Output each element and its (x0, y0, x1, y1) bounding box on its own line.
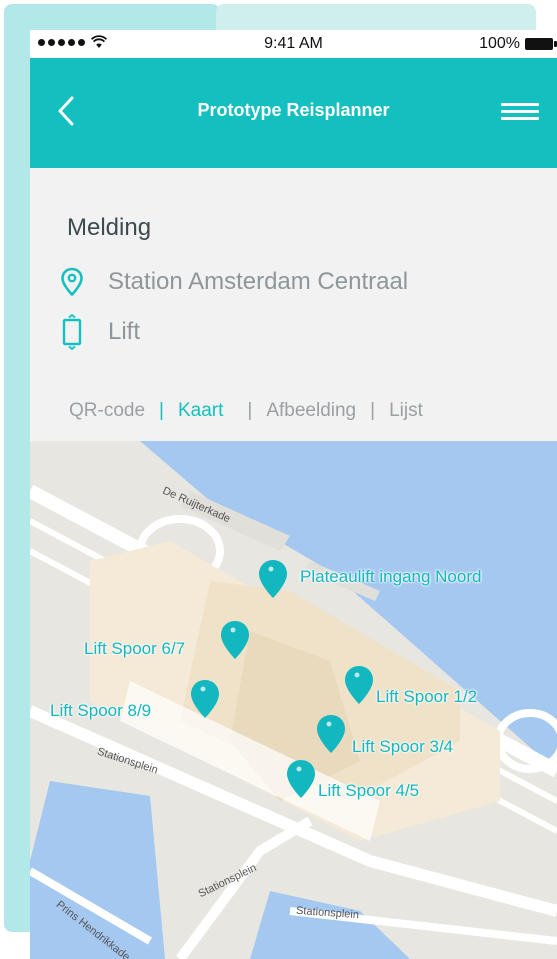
facility-type: Lift (108, 318, 141, 345)
map-pin-icon[interactable] (286, 759, 316, 799)
status-time: 9:41 AM (264, 35, 323, 52)
pin-label-lift-6-7[interactable]: Lift Spoor 6/7 (84, 639, 185, 659)
pin-label-plateaulift[interactable]: Plateaulift ingang Noord (300, 567, 481, 587)
page-title: Prototype Reisplanner (197, 100, 390, 120)
report-content: Melding Station Amsterdam Centraal Lift … (30, 168, 557, 441)
battery-percentage: 100% (479, 35, 520, 52)
map-pin-icon[interactable] (220, 620, 250, 660)
pin-label-lift-8-9[interactable]: Lift Spoor 8/9 (50, 701, 151, 721)
pin-label-lift-1-2[interactable]: Lift Spoor 1/2 (376, 687, 477, 707)
menu-button[interactable] (501, 96, 539, 126)
tab-separator: | (370, 400, 376, 421)
screen: 9:41 AM 100% Prototype Reisplanner Meldi… (0, 0, 557, 959)
tab-kaart[interactable]: Kaart (178, 400, 223, 422)
map-pin-icon[interactable] (344, 665, 374, 705)
tab-qr-code[interactable]: QR-code (69, 400, 145, 422)
status-right: 100% (479, 35, 557, 53)
battery-icon (525, 38, 557, 50)
facility-row: Lift (56, 314, 140, 350)
hamburger-icon-line (501, 102, 539, 106)
status-bar: 9:41 AM 100% (30, 30, 557, 58)
map-pin-icon[interactable] (316, 714, 346, 754)
tab-separator: | (247, 400, 253, 421)
phone-screen: 9:41 AM 100% Prototype Reisplanner Meldi… (30, 30, 557, 959)
pin-label-lift-4-5[interactable]: Lift Spoor 4/5 (318, 781, 419, 801)
station-name: Station Amsterdam Centraal (108, 268, 409, 295)
pin-label-lift-3-4[interactable]: Lift Spoor 3/4 (352, 737, 453, 757)
hamburger-icon-line (501, 116, 539, 120)
map-pin-icon[interactable] (258, 559, 288, 599)
map-background (30, 441, 557, 959)
lift-icon (56, 314, 88, 350)
station-map[interactable]: De Ruijterkade Stationsplein Stationsple… (30, 441, 557, 959)
tab-lijst[interactable]: Lijst (389, 400, 423, 422)
tab-separator: | (159, 400, 164, 421)
hamburger-icon-line (501, 109, 539, 113)
tab-afbeelding[interactable]: Afbeelding (266, 400, 356, 422)
map-pin-icon[interactable] (190, 679, 220, 719)
navigation-bar: Prototype Reisplanner (30, 58, 557, 168)
view-tabs: QR-code | Kaart | Afbeelding | Lijst (69, 400, 423, 422)
location-pin-icon (56, 264, 88, 300)
station-row: Station Amsterdam Centraal (56, 264, 408, 300)
report-title: Melding (67, 214, 152, 241)
